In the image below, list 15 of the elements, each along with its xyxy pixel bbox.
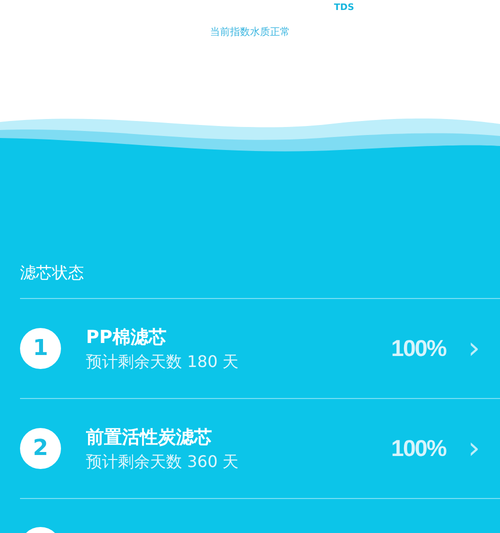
remaining-days: 预计剩余天数 360 天: [86, 452, 392, 472]
filter-name: PP棉滤芯: [86, 326, 168, 348]
number-circle: 2: [20, 428, 61, 469]
remaining-days: 预计剩余天数 180 天: [86, 352, 392, 372]
filter-row[interactable]: 2 前置活性炭滤芯 预计剩余天数 360 天 100% ›: [20, 398, 500, 498]
chevron-icon: ›: [468, 434, 480, 464]
chevron-icon: ›: [468, 334, 480, 364]
filter-name: 前置活性炭滤芯: [86, 426, 213, 448]
percent-value: 100%: [391, 335, 446, 362]
unit-label: TDS: [334, 3, 354, 13]
number-circle: 1: [20, 328, 61, 369]
section-title: 滤芯状态: [20, 263, 84, 282]
filter-row[interactable]: 1 PP棉滤芯 预计剩余天数 180 天 100% ›: [20, 298, 500, 398]
percent-value: 100%: [391, 435, 446, 462]
status-text: 当前指数水质正常: [210, 27, 290, 38]
